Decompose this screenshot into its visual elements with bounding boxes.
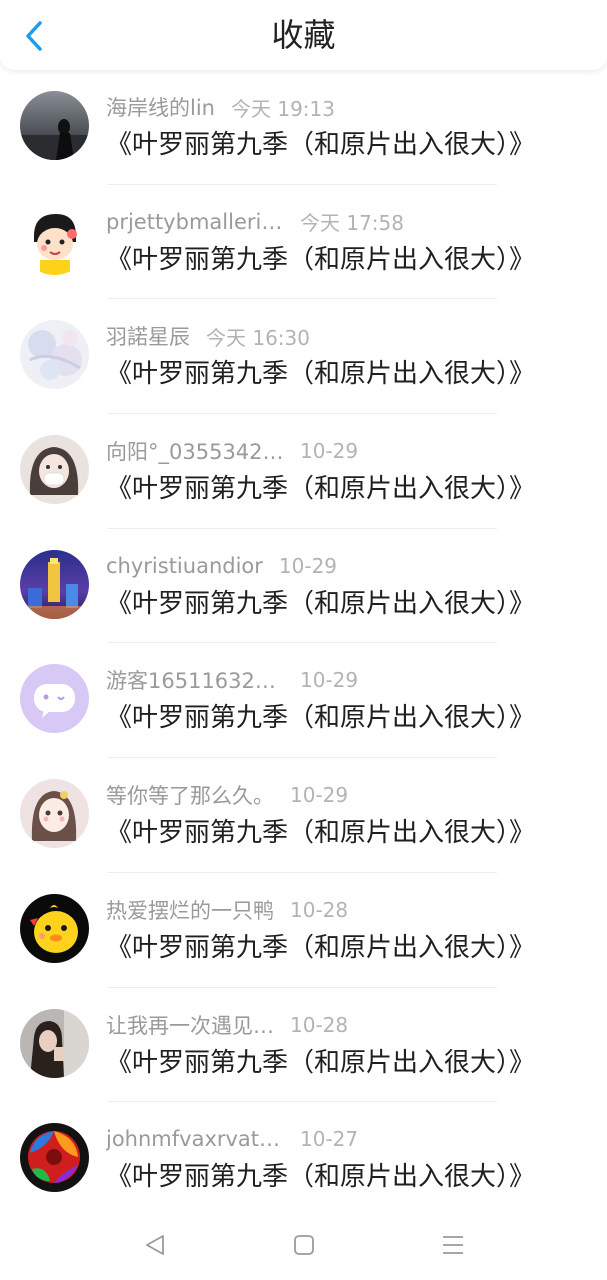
list-item[interactable]: 向阳°_03553420… 10-29 《叶罗丽第九季（和原片出入很大）》 [0,414,607,529]
username[interactable]: prjettybmallerin… [106,210,284,234]
item-title[interactable]: 《叶罗丽第九季（和原片出入很大）》 [106,241,597,279]
username[interactable]: 让我再一次遇见… [106,1010,274,1040]
list-item[interactable]: 热爱摆烂的一只鸭 10-28 《叶罗丽第九季（和原片出入很大）》 [0,873,607,988]
timestamp: 10-29 [300,439,359,464]
timestamp: 10-28 [290,897,349,922]
item-title[interactable]: 《叶罗丽第九季（和原片出入很大）》 [106,355,597,393]
item-title[interactable]: 《叶罗丽第九季（和原片出入很大）》 [106,126,597,164]
list-item[interactable]: johnmfvaxrvatto… 10-27 《叶罗丽第九季（和原片出入很大）》 [0,1102,607,1210]
item-meta: 向阳°_03553420… 10-29 [106,436,587,466]
item-meta: prjettybmallerin… 今天 17:58 [106,207,587,237]
list-item[interactable]: prjettybmallerin… 今天 17:58 《叶罗丽第九季（和原片出入… [0,185,607,300]
list-item[interactable]: 游客165116321… 10-29 《叶罗丽第九季（和原片出入很大）》 [0,643,607,759]
list-item[interactable]: 羽諾星辰 今天 16:30 《叶罗丽第九季（和原片出入很大）》 [0,299,607,415]
item-meta: 海岸线的lin 今天 19:13 [106,92,587,122]
item-title[interactable]: 《叶罗丽第九季（和原片出入很大）》 [106,1044,597,1082]
item-meta: 让我再一次遇见… 10-28 [106,1010,587,1040]
item-meta: 等你等了那么久。 10-29 [106,780,587,810]
list-item[interactable]: 让我再一次遇见… 10-28 《叶罗丽第九季（和原片出入很大）》 [0,988,607,1103]
system-nav-bar [0,1210,607,1280]
page-title: 收藏 [271,16,336,54]
timestamp: 今天 19:13 [230,96,335,121]
item-meta: 羽諾星辰 今天 16:30 [106,321,587,351]
avatar[interactable] [20,320,89,390]
item-meta: 游客165116321… 10-29 [106,665,587,695]
avatar[interactable] [20,435,89,505]
timestamp: 10-29 [290,783,349,808]
avatar[interactable] [20,205,89,275]
item-meta: 热爱摆烂的一只鸭 10-28 [106,895,587,925]
nav-menu-button[interactable] [433,1225,473,1265]
item-title[interactable]: 《叶罗丽第九季（和原片出入很大）》 [106,1158,597,1196]
username[interactable]: johnmfvaxrvatto… [106,1127,284,1151]
timestamp: 10-29 [278,553,338,578]
avatar[interactable] [20,1123,89,1193]
avatar[interactable] [20,779,89,849]
nav-back-button[interactable] [135,1225,175,1265]
item-meta: johnmfvaxrvatto… 10-27 [106,1124,587,1154]
item-title[interactable]: 《叶罗丽第九季（和原片出入很大）》 [106,585,597,623]
triangle-back-icon [145,1235,164,1255]
list-item[interactable]: 海岸线的lin 今天 19:13 《叶罗丽第九季（和原片出入很大）》 [0,70,607,185]
timestamp: 10-29 [300,668,359,693]
list-item[interactable]: 等你等了那么久。 10-29 《叶罗丽第九季（和原片出入很大）》 [0,758,607,873]
username[interactable]: 等你等了那么久。 [106,780,274,810]
avatar[interactable] [20,893,89,963]
username[interactable]: chyristiuandior [106,554,263,578]
top-bar: 收藏 [0,0,607,70]
timestamp: 今天 17:58 [300,211,404,236]
item-title[interactable]: 《叶罗丽第九季（和原片出入很大）》 [106,929,597,967]
avatar[interactable] [20,1008,89,1078]
timestamp: 10-27 [300,1127,359,1152]
username[interactable]: 海岸线的lin [106,92,215,122]
avatar[interactable] [20,91,89,160]
list-item[interactable]: chyristiuandior 10-29 《叶罗丽第九季（和原片出入很大）》 [0,529,607,644]
item-meta: chyristiuandior 10-29 [106,551,587,581]
item-title[interactable]: 《叶罗丽第九季（和原片出入很大）》 [106,470,597,508]
username[interactable]: 羽諾星辰 [106,321,190,351]
square-home-icon [293,1235,314,1255]
nav-home-button[interactable] [284,1225,324,1265]
timestamp: 10-28 [290,1012,349,1037]
favorites-list: 海岸线的lin 今天 19:13 《叶罗丽第九季（和原片出入很大）》 prjet… [0,70,607,1210]
menu-lines-icon [442,1236,463,1254]
username[interactable]: 热爱摆烂的一只鸭 [106,895,274,925]
avatar[interactable] [20,549,89,619]
username[interactable]: 向阳°_03553420… [106,436,284,466]
avatar[interactable] [20,664,89,734]
username[interactable]: 游客165116321… [106,665,284,695]
timestamp: 今天 16:30 [206,325,310,350]
item-title[interactable]: 《叶罗丽第九季（和原片出入很大）》 [106,814,597,852]
item-title[interactable]: 《叶罗丽第九季（和原片出入很大）》 [106,699,597,737]
